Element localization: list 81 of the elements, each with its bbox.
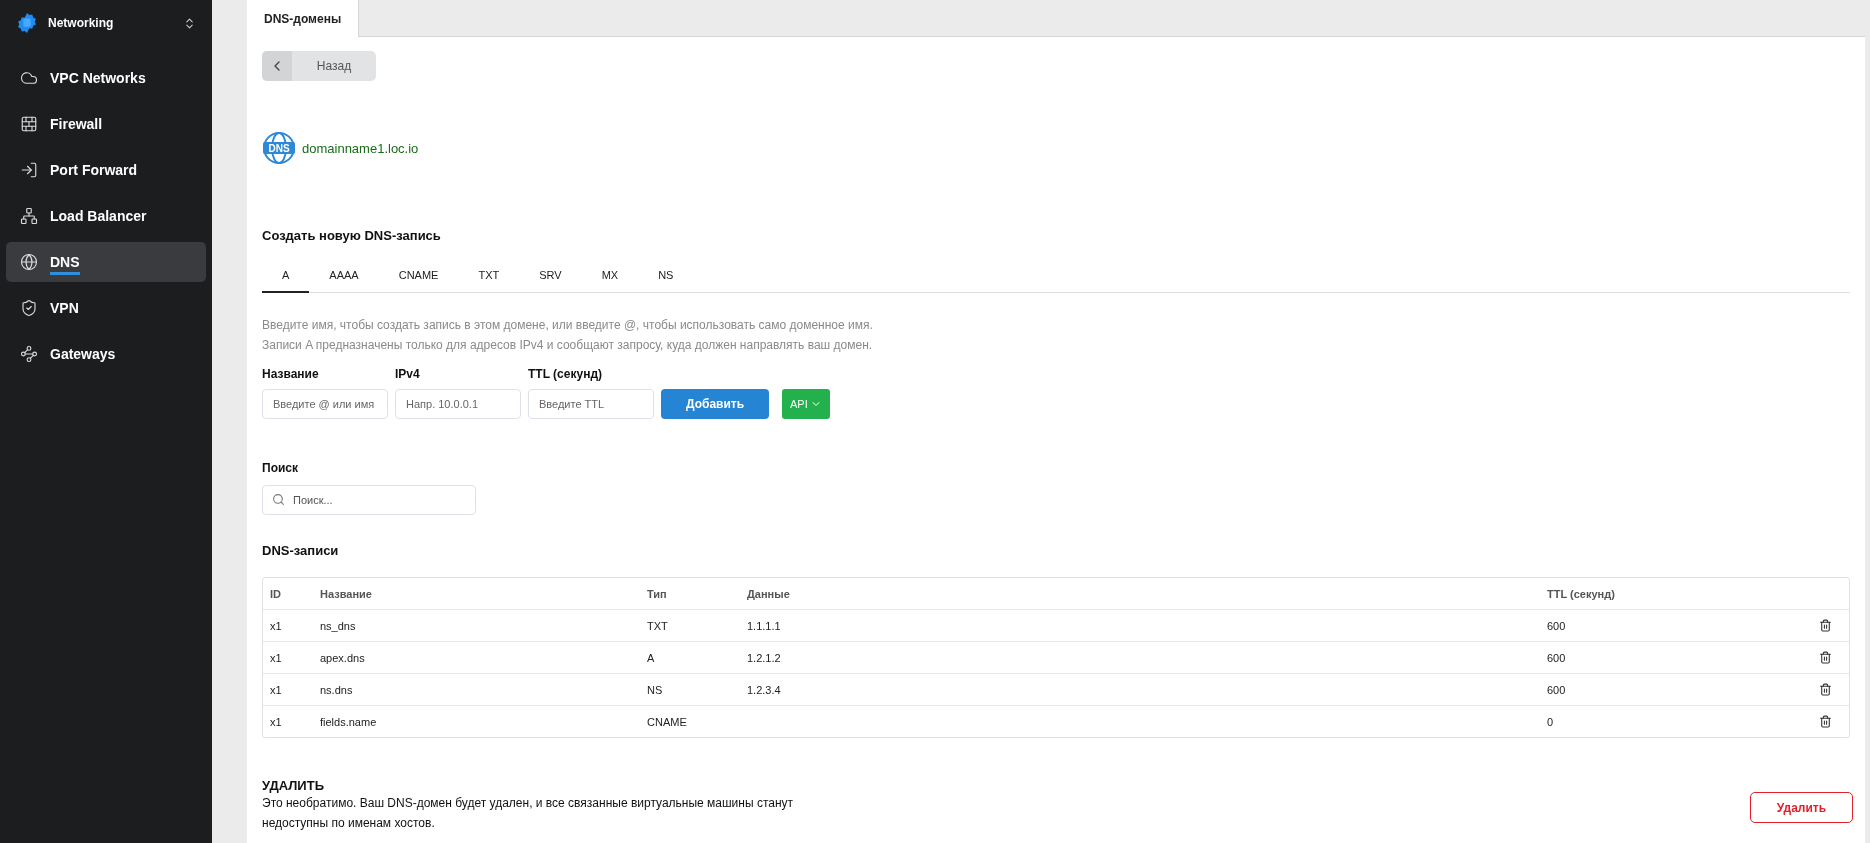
table-cell-text: x1 [270, 651, 283, 664]
sidebar-item[interactable]: Firewall [6, 104, 206, 144]
arrow-right-icon [20, 161, 38, 179]
table-cell-text: 600 [1547, 683, 1567, 696]
input-field[interactable]: Введите TTL [528, 389, 654, 419]
sidebar-item[interactable]: Port Forward [6, 150, 206, 190]
table-cell-text: A [647, 651, 656, 664]
sidebar-item-label: Gateways [50, 346, 116, 364]
sidebar-item[interactable]: VPN [6, 288, 206, 328]
hint-text: Введите имя, чтобы создать запись в этом домене, или введите @, чтобы использовать само доменное имя. [262, 317, 874, 334]
cloud-icon [20, 69, 38, 87]
table-cell-text: CNAME [647, 715, 688, 728]
trash-icon[interactable] [1819, 619, 1832, 632]
sidebar-item-label: VPN [50, 300, 79, 318]
field-label: TTL (секунд) [528, 367, 603, 381]
search-field[interactable]: Поиск... [262, 485, 476, 515]
page-tab[interactable]: DNS-домены [247, 0, 360, 37]
column-header: Название [320, 587, 373, 600]
input-field[interactable]: Введите @ или имя [262, 389, 388, 419]
record-type-tab[interactable]: TXT [458, 259, 520, 293]
input-field[interactable]: Напр. 10.0.0.1 [395, 389, 521, 419]
field-label: IPv4 [395, 367, 421, 381]
table-cell-text: ns_dns [320, 619, 357, 632]
product-name: Networking [48, 16, 115, 30]
search-label: Поиск [262, 461, 299, 475]
table-cell-text: 1.2.3.4 [747, 683, 782, 696]
back-button[interactable]: Назад [262, 51, 376, 81]
column-header: ID [270, 587, 282, 600]
field-label: Название [262, 367, 320, 381]
sidebar-item[interactable]: VPC Networks [6, 58, 206, 98]
record-type-tab[interactable]: SRV [519, 259, 582, 293]
column-header: TTL (секунд) [1547, 587, 1616, 600]
sidebar-item-label: VPC Networks [50, 70, 146, 88]
sidebar-item-label: Port Forward [50, 162, 138, 180]
table-cell-text: x1 [270, 619, 283, 632]
trash-icon[interactable] [1819, 651, 1832, 664]
table-cell-text: x1 [270, 715, 283, 728]
trash-icon[interactable] [1819, 683, 1832, 696]
section-title: DNS-записи [262, 543, 340, 558]
trash-icon[interactable] [1819, 715, 1832, 728]
gear-logo-icon [16, 12, 38, 34]
brick-wall-icon [20, 115, 38, 133]
table-cell-text: apex.dns [320, 651, 366, 664]
table-cell-text: 600 [1547, 619, 1567, 632]
column-header: Данные [747, 587, 791, 600]
nodes-icon [20, 345, 38, 363]
column-header: Тип [647, 587, 668, 600]
table-cell-text: 600 [1547, 651, 1567, 664]
table-cell-text: 1.2.1.2 [747, 651, 782, 664]
table-cell-text: 0 [1547, 715, 1555, 728]
table-cell-text: x1 [270, 683, 283, 696]
sidebar-item[interactable]: Load Balancer [6, 196, 206, 236]
delete-button[interactable]: Удалить [1750, 792, 1853, 823]
danger-title: УДАЛИТЬ [262, 778, 325, 793]
sidebar-item-label: Load Balancer [50, 208, 147, 226]
sidebar-item[interactable]: Gateways [6, 334, 206, 374]
sidebar-item[interactable]: DNS [6, 242, 206, 282]
domain-name: domainname1.loc.io [302, 140, 419, 156]
table-cell-text: ns.dns [320, 683, 354, 696]
globe-icon [20, 253, 38, 271]
warning-text: Это необратимо. Ваш DNS-домен будет удален, и все связанные виртуальные машины станут [262, 795, 794, 812]
section-title: Создать новую DNS-запись [262, 228, 442, 243]
sidebar-item-label: DNS [50, 254, 80, 275]
chevrons-icon[interactable] [183, 16, 196, 30]
warning-text: недоступны по именам хостов. [262, 815, 436, 832]
record-type-tab[interactable]: A [262, 259, 310, 293]
chevron-left-icon [262, 51, 292, 81]
table-cell-text: NS [647, 683, 664, 696]
sidebar-item-label: Firewall [50, 116, 103, 134]
dns-globe-icon: DNS [262, 131, 296, 165]
shield-icon [20, 299, 38, 317]
record-type-tab[interactable]: NS [638, 259, 694, 293]
record-type-tab[interactable]: MX [581, 259, 639, 293]
hint-text: Записи A предназначены только для адресов IPv4 и сообщают запросу, куда должен направлять ваш домен. [262, 337, 874, 354]
table-cell-text: 1.1.1.1 [747, 619, 782, 632]
add-button[interactable]: Добавить [661, 389, 769, 419]
table-cell-text: TXT [647, 619, 669, 632]
table-cell-text: fields.name [320, 715, 378, 728]
hierarchy-icon [20, 207, 38, 225]
record-type-tab[interactable]: CNAME [378, 259, 459, 293]
record-type-tab[interactable]: AAAA [309, 259, 379, 293]
